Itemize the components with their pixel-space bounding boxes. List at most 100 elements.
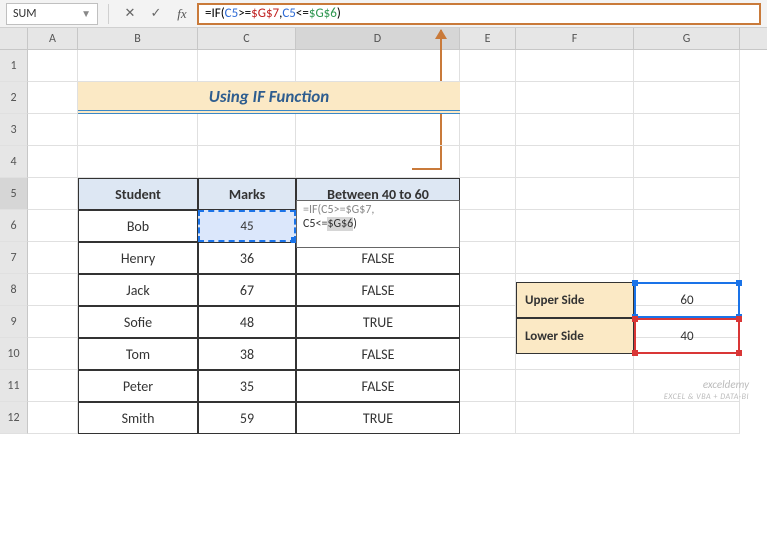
- name-box[interactable]: SUM ▼: [6, 3, 98, 25]
- select-all-corner[interactable]: [0, 28, 28, 49]
- cell[interactable]: [28, 306, 78, 338]
- student-cell[interactable]: Bob: [78, 210, 198, 242]
- cell[interactable]: [198, 50, 296, 82]
- row-header[interactable]: 11: [0, 370, 28, 402]
- cell[interactable]: [460, 146, 516, 178]
- marks-cell[interactable]: 38: [198, 338, 296, 370]
- row-header[interactable]: 2: [0, 82, 28, 114]
- cell[interactable]: [28, 82, 78, 114]
- col-header-c[interactable]: C: [198, 28, 296, 49]
- cell[interactable]: [28, 114, 78, 146]
- row-header[interactable]: 5: [0, 178, 28, 210]
- cell[interactable]: [28, 338, 78, 370]
- editing-cell-d5[interactable]: =IF(C5>=$G$7, C5<=$G$6): [296, 200, 460, 248]
- between-cell[interactable]: TRUE: [296, 306, 460, 338]
- formula-input[interactable]: =IF( C5 >= $G$7 , C5 <= $G$6 ): [197, 3, 761, 25]
- cell[interactable]: [28, 146, 78, 178]
- cell[interactable]: [28, 178, 78, 210]
- cell[interactable]: [296, 114, 460, 146]
- student-cell[interactable]: Peter: [78, 370, 198, 402]
- cell[interactable]: [516, 210, 634, 242]
- cell[interactable]: [634, 82, 740, 114]
- cell[interactable]: [78, 146, 198, 178]
- cell[interactable]: [198, 146, 296, 178]
- marks-cell[interactable]: 59: [198, 402, 296, 434]
- cell[interactable]: [78, 114, 198, 146]
- cell[interactable]: [634, 146, 740, 178]
- cell[interactable]: [634, 114, 740, 146]
- cell[interactable]: [516, 370, 634, 402]
- cell[interactable]: [460, 50, 516, 82]
- col-header-g[interactable]: G: [634, 28, 740, 49]
- cell[interactable]: [28, 370, 78, 402]
- cell[interactable]: [296, 146, 460, 178]
- between-cell[interactable]: FALSE: [296, 338, 460, 370]
- formula-text: <=: [296, 6, 309, 21]
- cell[interactable]: [516, 146, 634, 178]
- student-cell[interactable]: Smith: [78, 402, 198, 434]
- row-header[interactable]: 9: [0, 306, 28, 338]
- cell[interactable]: [634, 402, 740, 434]
- cell[interactable]: [516, 114, 634, 146]
- row-header[interactable]: 1: [0, 50, 28, 82]
- cell[interactable]: [198, 114, 296, 146]
- student-cell[interactable]: Sofie: [78, 306, 198, 338]
- cell[interactable]: [460, 242, 516, 274]
- cell[interactable]: [634, 242, 740, 274]
- upper-side-label: Upper Side: [516, 282, 634, 318]
- row-header[interactable]: 12: [0, 402, 28, 434]
- cell[interactable]: [460, 82, 516, 114]
- cell[interactable]: [28, 210, 78, 242]
- upper-side-value-cell[interactable]: 60: [634, 282, 740, 318]
- between-cell[interactable]: FALSE: [296, 274, 460, 306]
- cell[interactable]: [460, 178, 516, 210]
- cell[interactable]: [460, 210, 516, 242]
- table-row: Tom38FALSE: [78, 338, 460, 370]
- row-header[interactable]: 8: [0, 274, 28, 306]
- row-header[interactable]: 6: [0, 210, 28, 242]
- cell[interactable]: [634, 178, 740, 210]
- cell[interactable]: [460, 114, 516, 146]
- cell[interactable]: [28, 242, 78, 274]
- cancel-icon[interactable]: ✕: [119, 3, 141, 25]
- cell[interactable]: [28, 274, 78, 306]
- cell[interactable]: [460, 338, 516, 370]
- row-header[interactable]: 7: [0, 242, 28, 274]
- cell[interactable]: [516, 402, 634, 434]
- col-header-b[interactable]: B: [78, 28, 198, 49]
- row-header[interactable]: 10: [0, 338, 28, 370]
- marks-cell[interactable]: 48: [198, 306, 296, 338]
- cell[interactable]: [516, 50, 634, 82]
- student-cell[interactable]: Henry: [78, 242, 198, 274]
- cell[interactable]: [78, 50, 198, 82]
- selected-cell-c5[interactable]: 45: [198, 210, 296, 242]
- between-cell[interactable]: TRUE: [296, 402, 460, 434]
- student-cell[interactable]: Tom: [78, 338, 198, 370]
- cell[interactable]: [516, 82, 634, 114]
- row-header[interactable]: 3: [0, 114, 28, 146]
- cell[interactable]: [460, 274, 516, 306]
- enter-icon[interactable]: ✓: [145, 3, 167, 25]
- col-header-f[interactable]: F: [516, 28, 634, 49]
- student-cell[interactable]: Jack: [78, 274, 198, 306]
- lower-side-value-cell[interactable]: 40: [634, 318, 740, 354]
- marks-cell[interactable]: 67: [198, 274, 296, 306]
- cell[interactable]: [634, 210, 740, 242]
- fx-icon[interactable]: fx: [171, 3, 193, 25]
- marks-cell[interactable]: 36: [198, 242, 296, 274]
- cell[interactable]: [634, 50, 740, 82]
- between-cell[interactable]: FALSE: [296, 370, 460, 402]
- col-header-a[interactable]: A: [28, 28, 78, 49]
- cell[interactable]: [460, 370, 516, 402]
- worksheet-grid[interactable]: 123456789101112 Using IF Function Studen…: [0, 50, 767, 434]
- cell[interactable]: [28, 50, 78, 82]
- cell[interactable]: [460, 402, 516, 434]
- cell[interactable]: [516, 242, 634, 274]
- cell[interactable]: [516, 178, 634, 210]
- col-header-e[interactable]: E: [460, 28, 516, 49]
- cell[interactable]: [296, 50, 460, 82]
- row-header[interactable]: 4: [0, 146, 28, 178]
- marks-cell[interactable]: 35: [198, 370, 296, 402]
- cell[interactable]: [28, 402, 78, 434]
- cell[interactable]: [460, 306, 516, 338]
